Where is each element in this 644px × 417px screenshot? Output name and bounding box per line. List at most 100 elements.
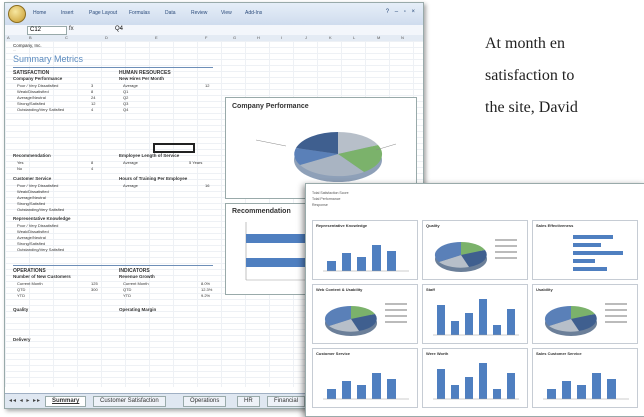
sheet-tab-summary[interactable]: Summary xyxy=(45,396,87,407)
ribbon-tab-formulas[interactable]: Formulas xyxy=(129,10,150,16)
row-value: 125 xyxy=(91,281,98,286)
column-header[interactable]: A xyxy=(7,35,10,40)
row-label: Average/Neutral xyxy=(17,195,46,200)
legend-entry xyxy=(495,239,517,241)
row-label: Strong/Satisfied xyxy=(17,241,46,246)
legend-entry xyxy=(385,309,407,311)
sheet-tab-operations[interactable]: Operations xyxy=(183,396,227,407)
sheet-nav-arrows[interactable]: ◂◂ ◂ ▸ ▸▸ xyxy=(9,397,41,404)
column-header[interactable]: C xyxy=(65,35,68,40)
ribbon-tab-insert[interactable]: Insert xyxy=(61,10,74,16)
column-header[interactable]: J xyxy=(305,35,307,40)
ribbon-tab-add-ins[interactable]: Add-Ins xyxy=(245,10,262,16)
column-header[interactable]: G xyxy=(233,35,236,40)
row-value: 12.3% xyxy=(201,287,213,292)
dashboard-panel[interactable]: Web Content & Usability xyxy=(312,284,418,344)
dashboard-panel[interactable]: Sales Customer Service xyxy=(532,348,638,408)
column-header[interactable]: L xyxy=(353,35,355,40)
column-header[interactable]: I xyxy=(281,35,282,40)
chart-bar xyxy=(573,235,613,239)
table-row: Average 16 xyxy=(123,183,210,188)
column-header[interactable]: F xyxy=(205,35,207,40)
row-label: YTD xyxy=(123,293,131,298)
chart-bar xyxy=(573,259,595,263)
legend-entry xyxy=(605,303,627,305)
ribbon-tab-data[interactable]: Data xyxy=(165,10,176,16)
chart-bar xyxy=(451,321,459,335)
row-value: 12 xyxy=(205,83,210,88)
row-label: Q2 xyxy=(123,95,129,100)
column-header[interactable]: K xyxy=(329,35,332,40)
dashboard-panel[interactable]: Representative Knowledge xyxy=(312,220,418,280)
dashboard-header: Total Satisfaction Score Total Performan… xyxy=(312,190,482,210)
dashboard-panel[interactable]: Were Worth xyxy=(422,348,528,408)
name-box[interactable]: C12 xyxy=(27,26,67,35)
help-icon[interactable]: ? – ▫ × xyxy=(386,9,417,15)
row-label: Poor / Very Dissatisfied xyxy=(17,83,59,88)
legend-entry xyxy=(495,245,517,247)
new-customers-header: Number of New Customers xyxy=(13,274,71,279)
header-row: Response xyxy=(312,203,328,207)
row-label: Weak/Dissatisfied xyxy=(17,189,49,194)
row-value: 8.0% xyxy=(201,281,211,286)
ribbon-tab-review[interactable]: Review xyxy=(191,10,207,16)
chart-bar xyxy=(592,373,601,399)
column-header[interactable]: D xyxy=(105,35,108,40)
chart-bar xyxy=(562,381,571,399)
row-label: QTD xyxy=(17,287,26,292)
table-row: Outstanding/Very Satisfied 4 xyxy=(17,107,107,112)
column-header[interactable]: M xyxy=(377,35,380,40)
chart-bar xyxy=(327,261,336,271)
selected-cell[interactable] xyxy=(153,143,195,153)
ribbon-tab-page-layout[interactable]: Page Layout xyxy=(89,10,117,16)
sheet-tab-hr[interactable]: HR xyxy=(237,396,260,407)
table-row: Poor / Very Dissatisfied xyxy=(17,223,107,228)
divider xyxy=(13,265,213,266)
tenure-header: Employee Length of Service xyxy=(119,153,180,158)
dashboard-panel[interactable]: Usability xyxy=(532,284,638,344)
sheet-tab-financial[interactable]: Financial xyxy=(267,396,306,407)
revenue-growth-header: Revenue Growth xyxy=(119,274,155,279)
table-row: YTD xyxy=(17,293,107,298)
legend-entry xyxy=(495,257,517,259)
chart-bar xyxy=(387,251,396,271)
chart-bar xyxy=(465,313,473,335)
fx-icon[interactable]: fx xyxy=(69,26,74,32)
rep-knowledge-header: Representative Knowledge xyxy=(13,216,71,221)
table-row: Q1 xyxy=(123,89,213,94)
ribbon-tab-home[interactable]: Home xyxy=(33,10,46,16)
panel-chart xyxy=(433,363,519,400)
chart-bar xyxy=(372,373,381,399)
office-button[interactable] xyxy=(8,5,26,23)
quality-header: Quality xyxy=(13,307,29,312)
chart-bar xyxy=(507,373,515,399)
row-value: 24 xyxy=(91,95,96,100)
dashboard-panel[interactable]: Customer Service xyxy=(312,348,418,408)
legend-entry xyxy=(385,303,407,305)
ribbon-tab-view[interactable]: View xyxy=(221,10,232,16)
chart-bar xyxy=(465,377,473,399)
chart-bar xyxy=(479,299,487,335)
dashboard-panel[interactable]: Staff xyxy=(422,284,528,344)
formula-input[interactable]: Q4 xyxy=(115,26,123,32)
dashboard-panel[interactable]: Sales Effectiveness xyxy=(532,220,638,280)
panel-chart xyxy=(323,373,409,400)
row-label: Q4 xyxy=(123,107,129,112)
column-header[interactable]: E xyxy=(155,35,158,40)
table-row: Weak/Dissatisfied xyxy=(17,189,107,194)
row-label: Poor / Very Dissatisfied xyxy=(17,223,59,228)
column-header[interactable]: N xyxy=(401,35,404,40)
dashboard-panel[interactable]: Quality xyxy=(422,220,528,280)
chart-bar xyxy=(493,325,501,335)
column-header[interactable]: B xyxy=(29,35,32,40)
chart-bar xyxy=(479,363,487,399)
dashboard-screenshot: Total Satisfaction Score Total Performan… xyxy=(305,183,644,417)
row-label: QTD xyxy=(123,287,132,292)
paragraph-line: satisfaction to xyxy=(485,67,575,84)
customer-service-header: Customer Service xyxy=(13,176,52,181)
sheet-tab-customer-satisfaction[interactable]: Customer Satisfaction xyxy=(93,396,166,407)
operating-margin-header: Operating Margin xyxy=(119,307,157,312)
row-label: Current Month xyxy=(123,281,149,286)
column-header[interactable]: H xyxy=(257,35,260,40)
panel-chart xyxy=(323,245,409,272)
